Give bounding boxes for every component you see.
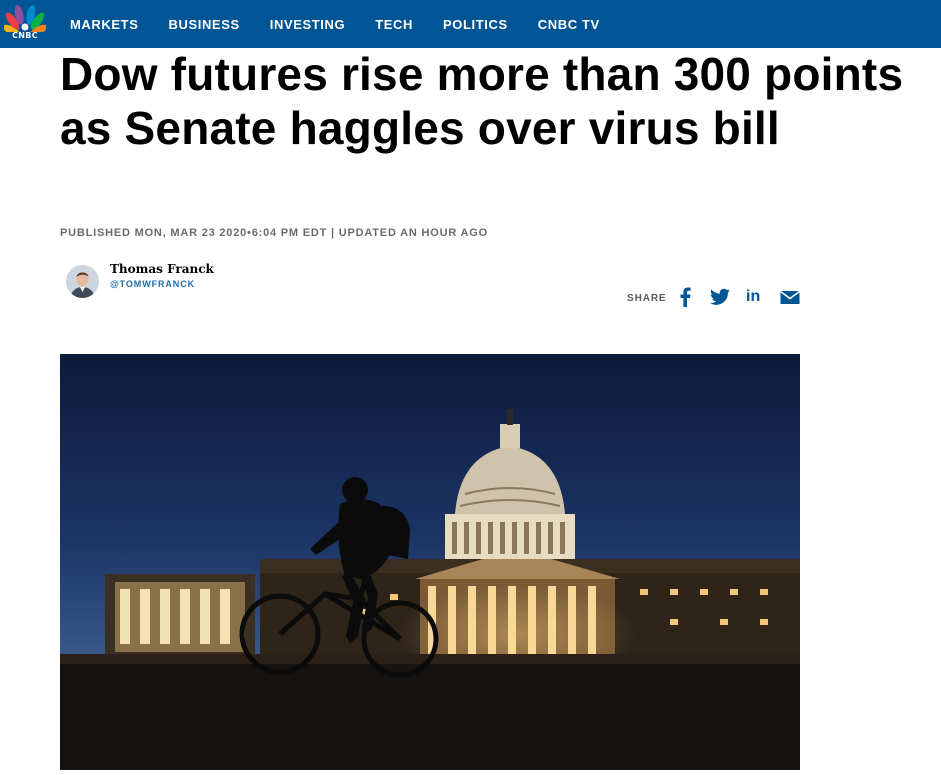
author-twitter-handle[interactable]: @TOMWFRANCK [110,279,195,289]
linkedin-icon[interactable]: in [746,287,766,307]
cnbc-logo[interactable]: CNBC [2,4,48,44]
share-label: SHARE [627,293,667,304]
hero-image [60,354,800,770]
nav-item-markets[interactable]: MARKETS [70,17,138,32]
main-nav: MARKETS BUSINESS INVESTING TECH POLITICS… [70,0,630,48]
logo-text: CNBC [12,31,38,40]
nav-item-politics[interactable]: POLITICS [443,17,508,32]
facebook-icon[interactable] [679,287,691,307]
author-name[interactable]: Thomas Franck [110,262,214,276]
nav-item-business[interactable]: BUSINESS [168,17,239,32]
peacock-icon [2,5,48,37]
email-icon[interactable] [780,287,800,307]
top-navigation-bar: CNBC MARKETS BUSINESS INVESTING TECH POL… [0,0,941,48]
article-page: CNBC MARKETS BUSINESS INVESTING TECH POL… [0,0,941,775]
nav-item-tech[interactable]: TECH [375,17,413,32]
nav-item-investing[interactable]: INVESTING [270,17,345,32]
twitter-icon[interactable] [710,287,730,307]
article-timestamp: PUBLISHED MON, MAR 23 2020•6:04 PM EDT |… [60,227,488,239]
article-headline: Dow futures rise more than 300 points as… [60,48,904,154]
author-photo [66,265,99,298]
nav-item-cnbc-tv[interactable]: CNBC TV [538,17,600,32]
author-avatar[interactable] [66,265,99,298]
capitol-cyclist-photo [60,354,800,770]
